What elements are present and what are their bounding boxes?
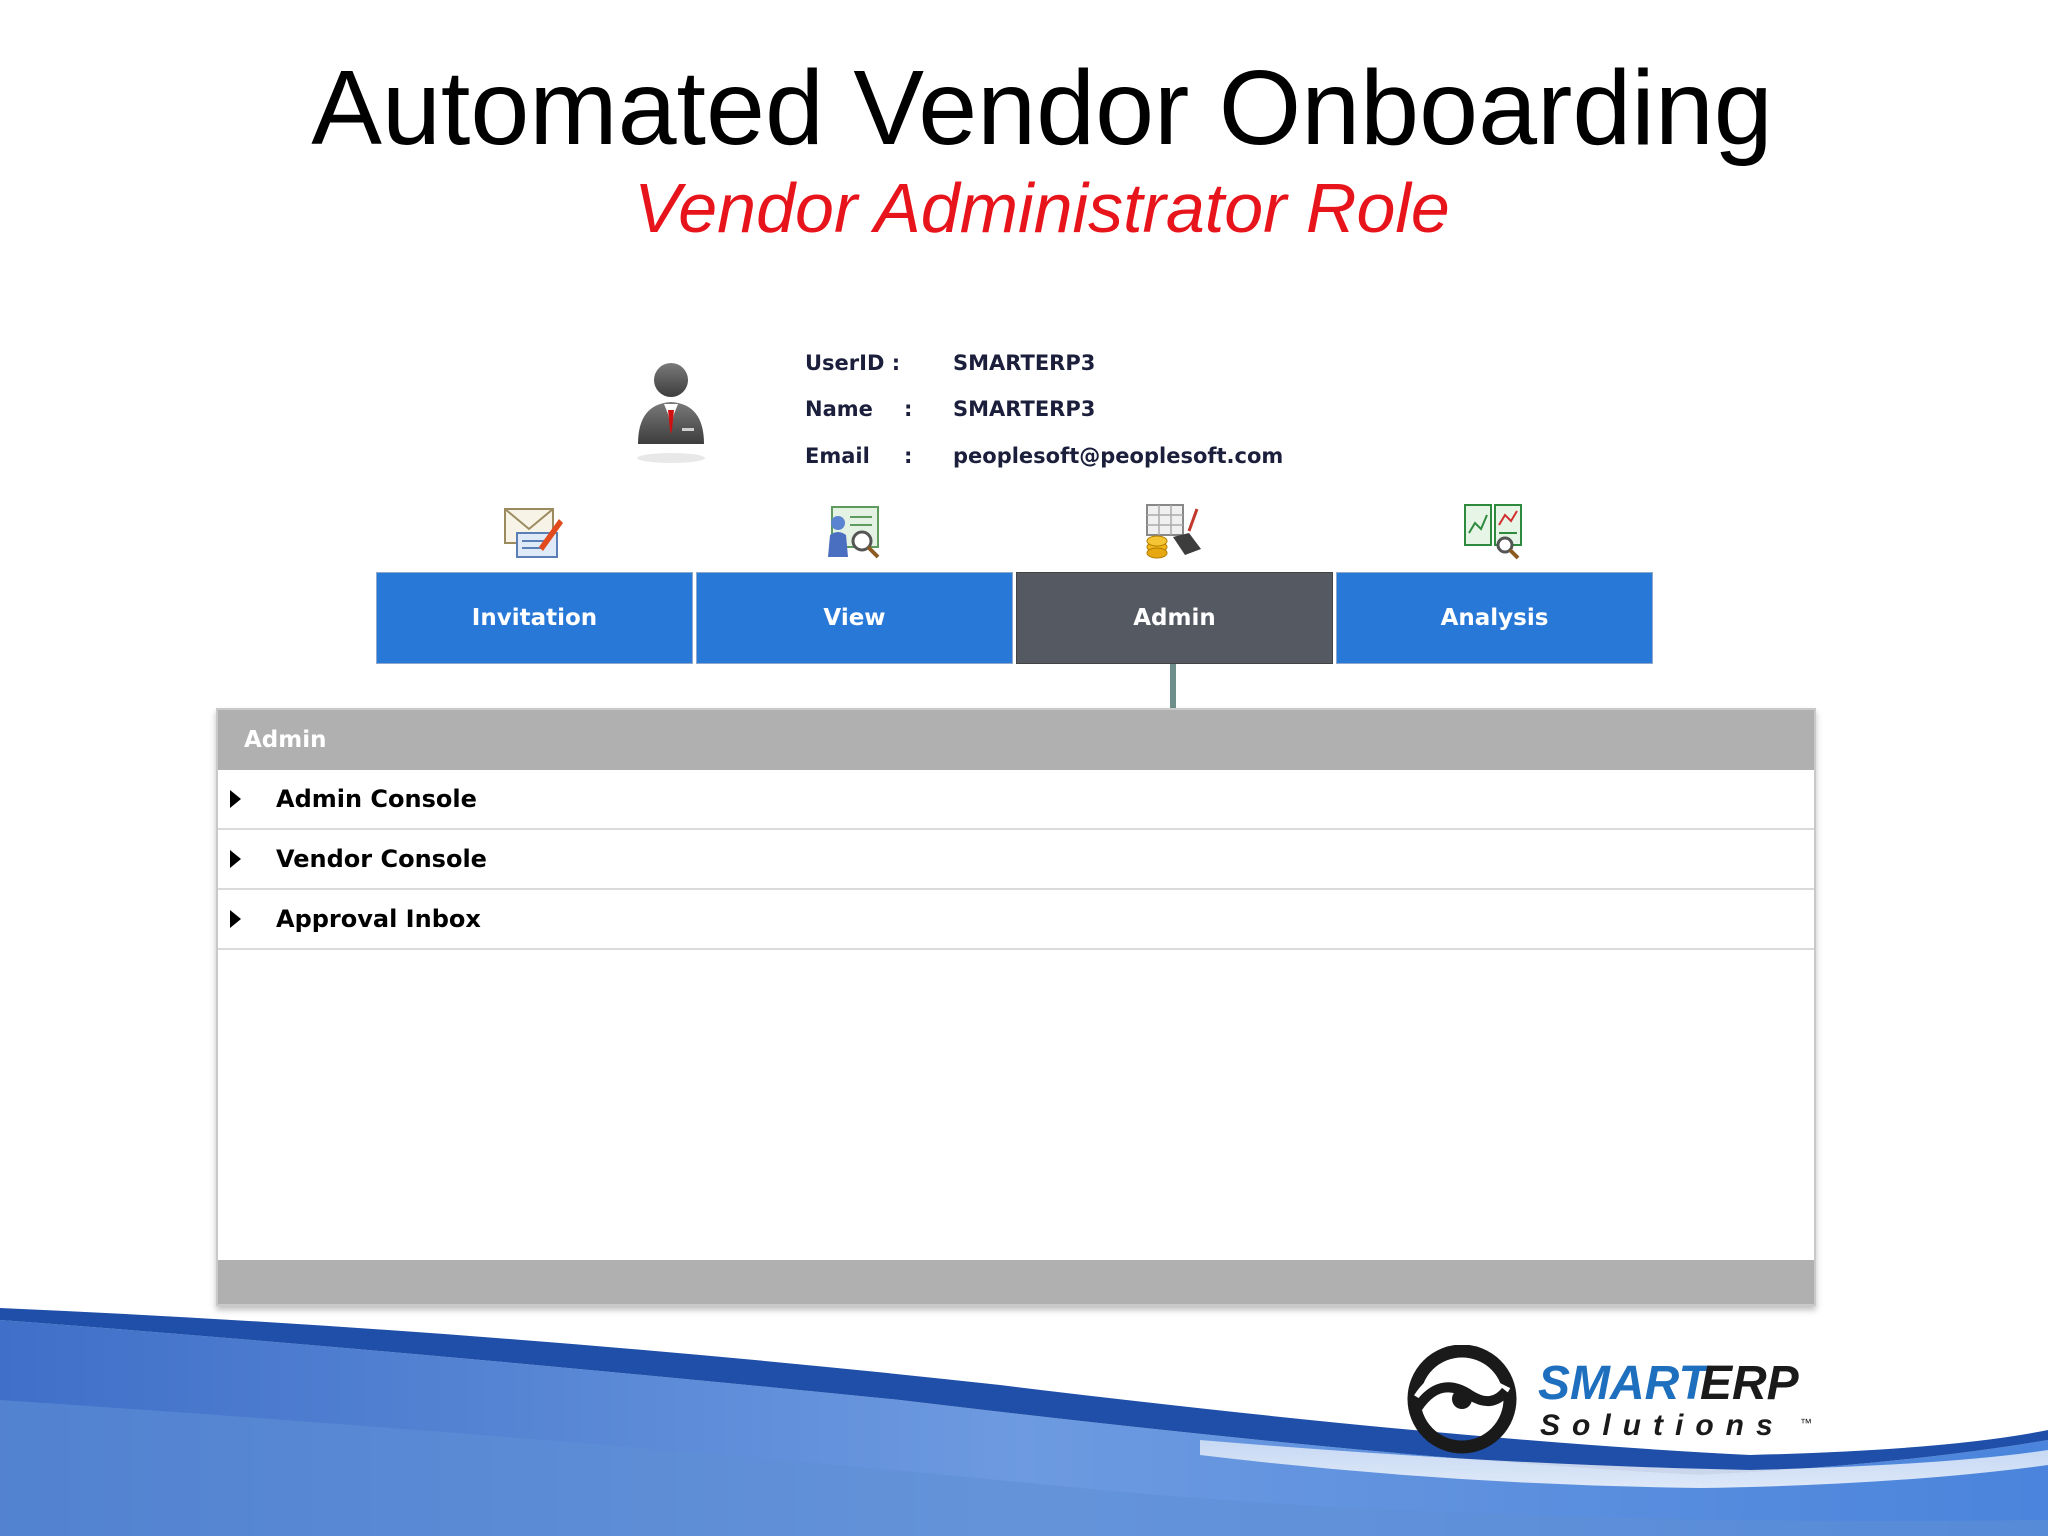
menu-item-vendor-console[interactable]: Vendor Console [218, 830, 1814, 890]
menu-item-label: Admin Console [276, 785, 477, 813]
svg-text:ERP: ERP [1700, 1357, 1800, 1410]
expand-arrow-icon [230, 910, 241, 928]
email-value: peoplesoft@peoplesoft.com [953, 444, 1284, 468]
slide-title: Automated Vendor Onboarding [311, 49, 1773, 167]
email-label: Email [805, 444, 870, 468]
tab-invitation-label: Invitation [471, 605, 598, 631]
smart-erp-logo: SMART ERP Solutions ™ [1407, 1345, 1812, 1454]
slide-subtitle: Vendor Administrator Role [634, 169, 1450, 247]
panel-header: Admin [218, 710, 1814, 770]
userid-value: SMARTERP3 [953, 351, 1096, 375]
tab-analysis[interactable]: Analysis [1336, 572, 1653, 664]
tab-panel-connector [1170, 664, 1176, 708]
tab-analysis-label: Analysis [1440, 605, 1549, 631]
logo-mark-icon [1407, 1345, 1517, 1454]
tab-view-label: View [823, 605, 886, 631]
envelope-edit-icon [504, 508, 563, 558]
tab-admin[interactable]: Admin [1016, 572, 1333, 664]
admin-panel: Admin Admin Console Vendor Console Appro… [216, 708, 1816, 1306]
name-label: Name [805, 397, 873, 421]
person-search-icon [828, 506, 880, 559]
menu-item-label: Vendor Console [276, 845, 487, 873]
report-search-icon [1464, 504, 1522, 560]
expand-arrow-icon [230, 790, 241, 808]
name-colon: : [904, 397, 913, 421]
expand-arrow-icon [230, 850, 241, 868]
tab-invitation[interactable]: Invitation [376, 572, 693, 664]
email-colon: : [904, 444, 913, 468]
user-avatar-icon [637, 363, 705, 463]
menu-item-admin-console[interactable]: Admin Console [218, 770, 1814, 830]
menu-item-approval-inbox[interactable]: Approval Inbox [218, 890, 1814, 950]
svg-text:™: ™ [1800, 1416, 1812, 1430]
userid-label: UserID : [805, 351, 901, 375]
tab-view[interactable]: View [696, 572, 1013, 664]
menu-item-label: Approval Inbox [276, 905, 481, 933]
name-value: SMARTERP3 [953, 397, 1096, 421]
tab-admin-label: Admin [1133, 605, 1216, 631]
svg-text:SMART: SMART [1538, 1357, 1711, 1410]
admin-tools-icon [1146, 504, 1201, 559]
svg-text:Solutions: Solutions [1540, 1409, 1785, 1442]
